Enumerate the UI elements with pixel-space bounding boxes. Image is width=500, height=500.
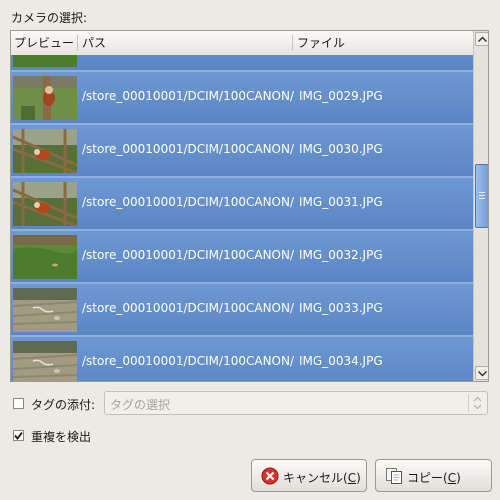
list-item[interactable]: /store_00010001/DCIM/100CANON/ IMG_0030.… xyxy=(11,125,473,178)
camera-select-label: カメラの選択: xyxy=(11,11,88,25)
copy-icon xyxy=(386,468,402,484)
chevron-down-icon xyxy=(478,370,487,377)
path-cell: /store_00010001/DCIM/100CANON/ xyxy=(82,354,295,368)
checkmark-icon xyxy=(14,431,23,440)
list-rows: /store_00010001/DCIM/100CANON/ IMG_0029.… xyxy=(11,55,473,381)
file-cell: IMG_0033.JPG xyxy=(299,301,383,315)
path-cell: /store_00010001/DCIM/100CANON/ xyxy=(82,195,295,209)
preview-thumbnail xyxy=(13,182,77,226)
list-item[interactable] xyxy=(11,55,473,72)
path-cell: /store_00010001/DCIM/100CANON/ xyxy=(82,248,295,262)
preview-thumbnail xyxy=(13,129,77,173)
cancel-icon xyxy=(261,467,279,485)
list-item[interactable]: /store_00010001/DCIM/100CANON/ IMG_0029.… xyxy=(11,72,473,125)
path-cell: /store_00010001/DCIM/100CANON/ xyxy=(82,89,295,103)
scrollbar-thumb[interactable] xyxy=(475,164,488,228)
path-cell: /store_00010001/DCIM/100CANON/ xyxy=(82,301,295,315)
preview-thumbnail xyxy=(13,55,77,67)
detect-duplicates-checkbox[interactable] xyxy=(13,430,24,441)
list-item[interactable]: /store_00010001/DCIM/100CANON/ IMG_0031.… xyxy=(11,178,473,231)
preview-thumbnail xyxy=(13,235,77,279)
file-cell: IMG_0030.JPG xyxy=(299,142,383,156)
preview-thumbnail xyxy=(13,288,77,332)
attach-tag-label: タグの添付: xyxy=(31,398,96,412)
column-separator xyxy=(77,35,78,51)
column-header-preview[interactable]: プレビュー xyxy=(11,31,80,55)
tag-select-combobox[interactable]: タグの選択 xyxy=(104,391,488,415)
file-cell: IMG_0032.JPG xyxy=(299,248,383,262)
cancel-button[interactable]: キャンセル(C) xyxy=(251,459,367,492)
column-header-path[interactable]: パス xyxy=(79,31,294,55)
combo-arrows-icon xyxy=(468,394,486,412)
list-header: プレビュー パス ファイル xyxy=(11,31,473,56)
tag-select-placeholder: タグの選択 xyxy=(110,398,171,412)
list-item[interactable]: /store_00010001/DCIM/100CANON/ IMG_0032.… xyxy=(11,231,473,284)
path-cell: /store_00010001/DCIM/100CANON/ xyxy=(82,142,295,156)
copy-button[interactable]: コピー(C) xyxy=(375,459,492,492)
file-cell: IMG_0034.JPG xyxy=(299,354,383,368)
column-separator xyxy=(292,35,293,51)
preview-thumbnail xyxy=(13,76,77,120)
file-cell: IMG_0029.JPG xyxy=(299,89,383,103)
preview-thumbnail xyxy=(13,341,77,381)
file-cell: IMG_0031.JPG xyxy=(299,195,383,209)
detect-duplicates-label: 重複を検出 xyxy=(31,430,92,444)
vertical-scrollbar[interactable] xyxy=(473,31,488,381)
cancel-button-label: キャンセル(C) xyxy=(283,471,361,485)
chevron-up-icon xyxy=(478,36,487,43)
copy-button-label: コピー(C) xyxy=(407,471,461,485)
attach-tag-checkbox[interactable] xyxy=(13,398,24,409)
camera-list[interactable]: プレビュー パス ファイル /store_00010001/DCIM/100CA… xyxy=(10,30,489,382)
list-item[interactable]: /store_00010001/DCIM/100CANON/ IMG_0034.… xyxy=(11,337,473,381)
column-header-file[interactable]: ファイル xyxy=(294,31,467,55)
list-item[interactable]: /store_00010001/DCIM/100CANON/ IMG_0033.… xyxy=(11,284,473,337)
scroll-down-button[interactable] xyxy=(475,366,488,380)
scroll-up-button[interactable] xyxy=(475,32,488,46)
